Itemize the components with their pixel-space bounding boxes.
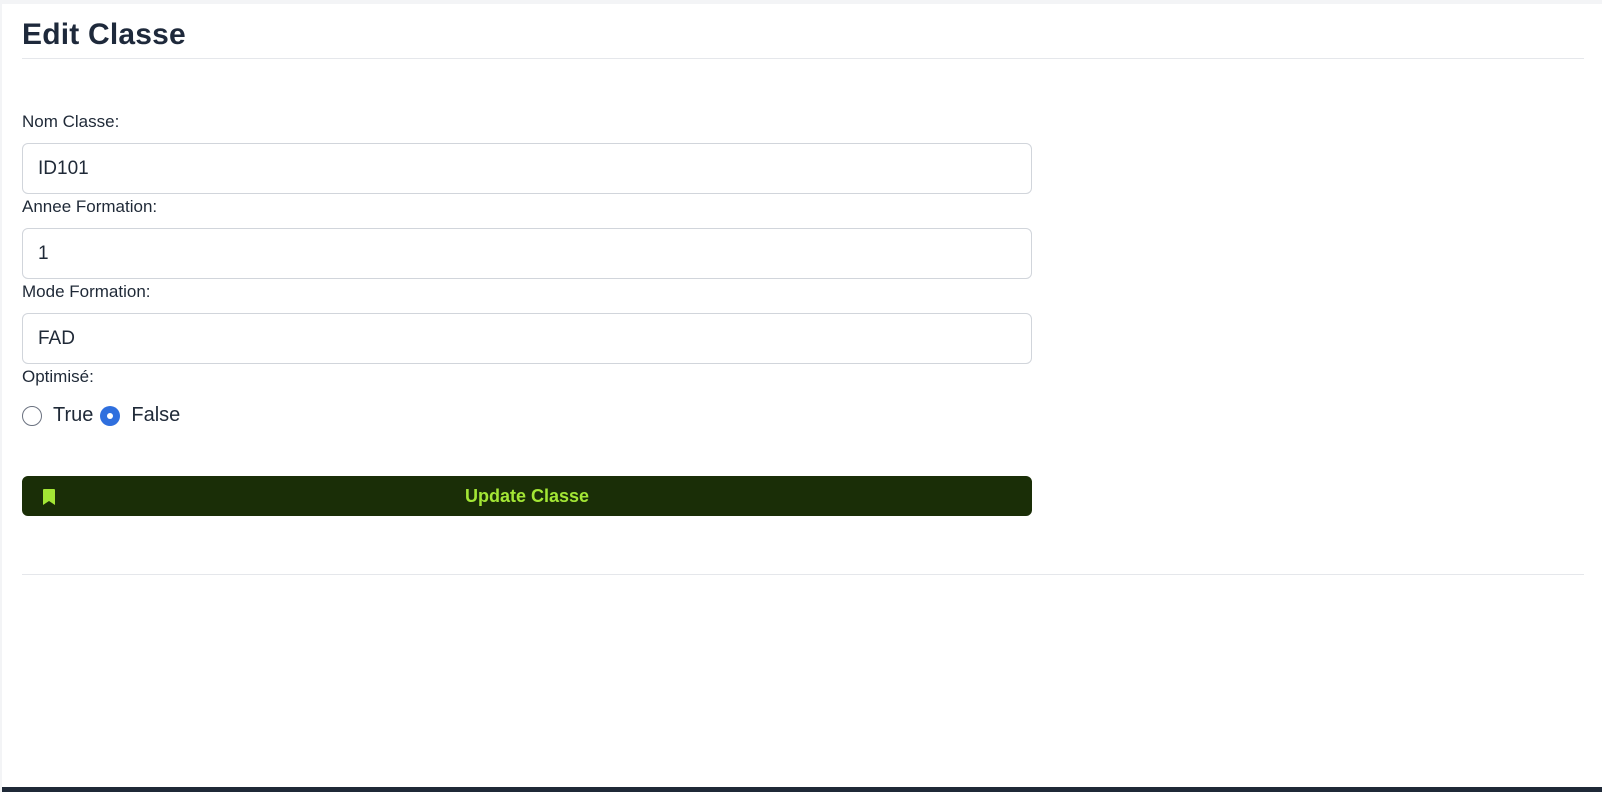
window-bottom-edge xyxy=(2,787,1602,792)
annee-formation-label: Annee Formation: xyxy=(22,197,158,216)
optimise-radio-group: True False xyxy=(22,401,1032,429)
update-classe-button[interactable]: Update Classe xyxy=(22,476,1032,516)
page-title: Edit Classe xyxy=(22,18,186,51)
optimise-false-radio[interactable] xyxy=(100,406,121,426)
title-divider xyxy=(22,58,1584,59)
annee-formation-field: Annee Formation: xyxy=(22,195,1032,279)
optimise-label: Optimisé: xyxy=(22,367,94,386)
nom-classe-input[interactable] xyxy=(22,143,1032,194)
optimise-false-label[interactable]: False xyxy=(131,404,180,427)
update-classe-label: Update Classe xyxy=(464,485,590,506)
nom-classe-label: Nom Classe: xyxy=(22,112,120,131)
bookmark-icon xyxy=(43,489,55,505)
optimise-field: Optimisé: True False xyxy=(22,365,1032,429)
edit-classe-page: Edit Classe Nom Classe: Annee Formation:… xyxy=(0,0,1602,792)
mode-formation-input[interactable] xyxy=(22,313,1032,364)
bottom-divider xyxy=(22,574,1584,575)
optimise-true-radio[interactable] xyxy=(22,406,42,426)
mode-formation-label: Mode Formation: xyxy=(22,282,151,301)
nom-classe-field: Nom Classe: xyxy=(22,110,1032,194)
optimise-true-label[interactable]: True xyxy=(53,404,93,427)
edit-classe-form: Nom Classe: Annee Formation: Mode Format… xyxy=(22,110,1032,429)
mode-formation-field: Mode Formation: xyxy=(22,280,1032,364)
annee-formation-input[interactable] xyxy=(22,228,1032,279)
